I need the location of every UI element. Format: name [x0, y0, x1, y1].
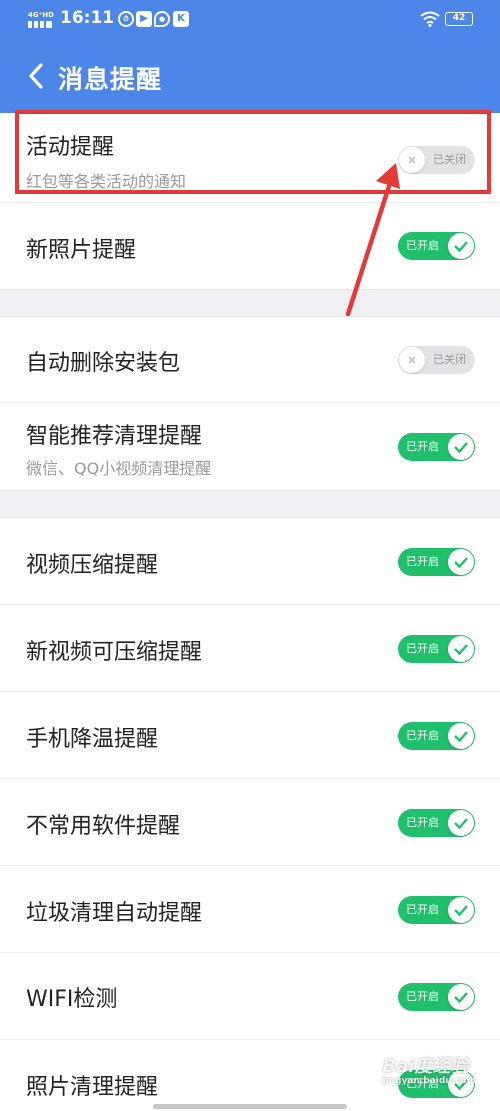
section-divider	[0, 490, 500, 518]
settings-group-cleanup: 自动删除安装包 已关闭 智能推荐清理提醒 微信、QQ小视频清理提醒 已开启	[0, 317, 500, 490]
setting-sublabel: 红包等各类活动的通知	[26, 172, 187, 191]
toggle-switch-wifi-check[interactable]: 已开启	[398, 983, 475, 1011]
close-icon	[408, 156, 416, 164]
setting-label: 不常用软件提醒	[26, 814, 181, 839]
settings-group-general: 视频压缩提醒 已开启 新视频可压缩提醒 已开启 手机降温提醒 已开启 不常用软件…	[0, 518, 500, 1111]
toggle-knob	[448, 549, 474, 575]
check-icon	[454, 731, 468, 743]
setting-label: 自动删除安装包	[26, 351, 181, 376]
check-icon	[454, 241, 468, 253]
toggle-state-label: 已开启	[406, 990, 439, 1003]
setting-label: 新视频可压缩提醒	[26, 640, 203, 665]
page-title: 消息提醒	[58, 65, 163, 94]
watermark: Bai度经验 jingyan.baidu.com	[382, 1052, 476, 1086]
settings-group-activity: 活动提醒 红包等各类活动的通知 已关闭 新照片提醒 已开启	[0, 113, 500, 289]
toggle-knob	[448, 233, 474, 259]
header-bar: 消息提醒	[0, 40, 500, 113]
check-icon	[454, 644, 468, 656]
wifi-icon	[420, 11, 440, 27]
setting-label: 手机降温提醒	[26, 727, 159, 752]
toggle-switch-new-video-compress-reminder[interactable]: 已开启	[398, 635, 475, 663]
close-icon	[408, 356, 416, 364]
toggle-switch-video-compress-reminder[interactable]: 已开启	[398, 548, 475, 576]
setting-row-unused-apps-reminder[interactable]: 不常用软件提醒 已开启	[0, 779, 500, 866]
watermark-url: jingyan.baidu.com	[382, 1076, 476, 1086]
setting-label: WIFI检测	[26, 987, 118, 1012]
setting-label: 垃圾清理自动提醒	[26, 901, 203, 926]
setting-row-smart-cleanup-reminder[interactable]: 智能推荐清理提醒 微信、QQ小视频清理提醒 已开启	[0, 403, 500, 490]
toggle-knob	[448, 434, 474, 460]
setting-row-wifi-check[interactable]: WIFI检测 已开启	[0, 953, 500, 1040]
setting-label: 智能推荐清理提醒	[26, 424, 203, 449]
toggle-state-label: 已开启	[406, 555, 439, 568]
toggle-switch-phone-cooling-reminder[interactable]: 已开启	[398, 722, 475, 750]
chevron-left-icon	[29, 63, 43, 89]
back-button[interactable]	[26, 62, 46, 90]
setting-label: 视频压缩提醒	[26, 553, 159, 578]
setting-label: 活动提醒	[26, 135, 115, 160]
battery-level: 42	[452, 13, 466, 23]
toggle-switch-activity-reminder[interactable]: 已关闭	[398, 146, 475, 174]
toggle-knob	[448, 984, 474, 1010]
toggle-state-label: 已开启	[406, 816, 439, 829]
home-indicator[interactable]	[153, 1104, 347, 1109]
toggle-state-label: 已关闭	[433, 353, 466, 366]
watermark-text: Bai度经验	[382, 1056, 469, 1077]
toggle-state-label: 已开启	[406, 642, 439, 655]
toggle-knob	[448, 636, 474, 662]
setting-row-new-photo-reminder[interactable]: 新照片提醒 已开启	[0, 203, 500, 289]
location-icon: ●	[154, 11, 170, 27]
setting-label: 照片清理提醒	[26, 1075, 159, 1100]
check-icon	[454, 442, 468, 454]
check-icon	[454, 818, 468, 830]
check-icon	[454, 992, 468, 1004]
toggle-state-label: 已关闭	[433, 153, 466, 166]
toggle-knob	[448, 810, 474, 836]
check-icon	[454, 905, 468, 917]
play-icon: ▶	[136, 11, 152, 27]
setting-row-junk-cleanup-auto-reminder[interactable]: 垃圾清理自动提醒 已开启	[0, 866, 500, 953]
setting-row-auto-delete-apk[interactable]: 自动删除安装包 已关闭	[0, 317, 500, 403]
toggle-switch-auto-delete-apk[interactable]: 已关闭	[398, 346, 475, 374]
stopwatch-icon: ⏱	[118, 11, 134, 27]
signal-icon	[28, 21, 52, 28]
toggle-switch-unused-apps-reminder[interactable]: 已开启	[398, 809, 475, 837]
setting-sublabel: 微信、QQ小视频清理提醒	[26, 459, 212, 478]
toggle-state-label: 已开启	[406, 440, 439, 453]
toggle-state-label: 已开启	[406, 729, 439, 742]
setting-row-phone-cooling-reminder[interactable]: 手机降温提醒 已开启	[0, 692, 500, 779]
toggle-knob	[399, 347, 425, 373]
toggle-state-label: 已开启	[406, 903, 439, 916]
toggle-switch-smart-cleanup-reminder[interactable]: 已开启	[398, 433, 475, 461]
kuaishou-icon: K	[173, 11, 189, 27]
toggle-switch-new-photo-reminder[interactable]: 已开启	[398, 232, 475, 260]
setting-row-video-compress-reminder[interactable]: 视频压缩提醒 已开启	[0, 518, 500, 605]
setting-row-new-video-compress-reminder[interactable]: 新视频可压缩提醒 已开启	[0, 605, 500, 692]
settings-list: 活动提醒 红包等各类活动的通知 已关闭 新照片提醒 已开启 自动删除安装包 已关…	[0, 113, 500, 1111]
toggle-state-label: 已开启	[406, 239, 439, 252]
status-time: 16:11	[60, 8, 115, 28]
network-label: 4G⁺HD	[28, 11, 54, 19]
toggle-knob	[399, 147, 425, 173]
battery-indicator: 42	[445, 12, 473, 26]
setting-label: 新照片提醒	[26, 238, 137, 263]
status-bar: 4G⁺HD 16:11 ⏱ ▶ ● K 42	[0, 0, 500, 40]
setting-row-activity-reminder[interactable]: 活动提醒 红包等各类活动的通知 已关闭	[0, 113, 500, 203]
toggle-knob	[448, 897, 474, 923]
toggle-switch-junk-cleanup-auto-reminder[interactable]: 已开启	[398, 896, 475, 924]
network-indicator: 4G⁺HD	[28, 11, 54, 28]
check-icon	[454, 557, 468, 569]
toggle-knob	[448, 723, 474, 749]
section-divider	[0, 289, 500, 317]
